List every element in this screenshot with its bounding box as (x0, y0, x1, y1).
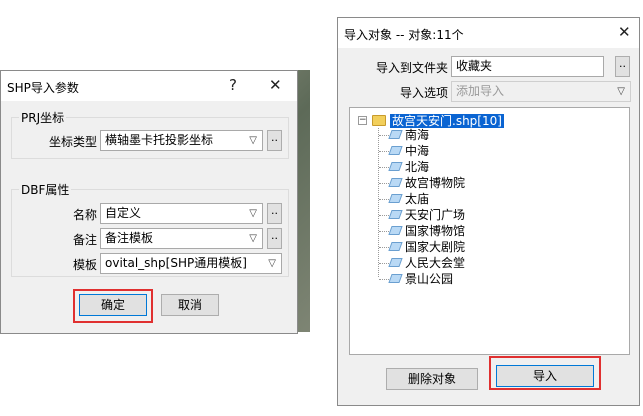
title-bar: SHP导入参数 ? ✕ (1, 71, 297, 101)
tree-branch-line (379, 135, 389, 136)
layer-icon (388, 146, 403, 155)
tree-branch-line (379, 215, 389, 216)
folder-icon (372, 115, 386, 126)
ok-button[interactable]: 确定 (79, 294, 147, 316)
name-label: 名称 (72, 208, 97, 222)
layer-icon (388, 130, 403, 139)
import-objects-dialog: 导入对象 -- 对象:11个 ✕ 导入到文件夹 收藏夹 .. 导入选项 添加导入… (337, 17, 640, 406)
tree-item-label: 人民大会堂 (405, 256, 466, 270)
layer-icon (388, 210, 403, 219)
note-label: 备注 (72, 233, 97, 247)
import-option-select[interactable]: 添加导入 ▽ (451, 81, 631, 102)
layer-icon (388, 162, 403, 171)
tree-branch-line (379, 263, 389, 264)
tree-branch-line (379, 199, 389, 200)
close-button[interactable]: ✕ (618, 23, 631, 41)
tree-item-label: 国家博物馆 (405, 224, 466, 238)
note-browse-button[interactable]: .. (267, 228, 282, 249)
coord-browse-button[interactable]: .. (267, 130, 282, 151)
tree-item-label: 北海 (405, 160, 430, 174)
tree-item-label: 天安门广场 (405, 208, 466, 222)
chevron-down-icon: ▽ (249, 208, 257, 219)
chevron-down-icon: ▽ (249, 233, 257, 244)
layer-icon (388, 274, 403, 283)
delete-object-button[interactable]: 删除对象 (386, 368, 478, 390)
coord-type-select[interactable]: 横轴墨卡托投影坐标 ▽ (100, 130, 263, 151)
tree-branch-line (379, 167, 389, 168)
template-label: 模板 (72, 258, 97, 272)
tree-item-label: 国家大剧院 (405, 240, 466, 254)
template-select[interactable]: ovital_shp[SHP通用模板] ▽ (100, 253, 282, 274)
import-button[interactable]: 导入 (496, 365, 594, 387)
chevron-down-icon: ▽ (268, 258, 276, 269)
cancel-button[interactable]: 取消 (161, 294, 219, 316)
folder-label: 导入到文件夹 (375, 61, 448, 75)
prj-group-label: PRJ坐标 (19, 109, 67, 126)
close-button[interactable]: ✕ (269, 76, 282, 94)
tree-item-label: 南海 (405, 128, 430, 142)
help-button[interactable]: ? (229, 76, 237, 94)
collapse-icon[interactable]: − (358, 116, 367, 125)
layer-icon (388, 178, 403, 187)
tree-item-label: 中海 (405, 144, 430, 158)
tree-branch-line (379, 151, 389, 152)
tree-branch-line (379, 231, 389, 232)
layer-icon (388, 226, 403, 235)
tree-item-label: 太庙 (405, 192, 430, 206)
chevron-down-icon: ▽ (249, 135, 257, 146)
object-tree[interactable]: − 故宫天安门.shp[10] 南海中海北海故宫博物院太庙天安门广场国家博物馆国… (349, 107, 630, 355)
layer-icon (388, 242, 403, 251)
tree-branch-line (379, 279, 389, 280)
tree-item-label: 故宫博物院 (405, 176, 466, 190)
name-select[interactable]: 自定义 ▽ (100, 203, 263, 224)
chevron-down-icon: ▽ (617, 86, 625, 97)
note-select[interactable]: 备注模板 ▽ (100, 228, 263, 249)
tree-item-label: 景山公园 (405, 272, 454, 286)
dbf-group-label: DBF属性 (19, 181, 72, 198)
tree-branch-line (379, 183, 389, 184)
dialog-title: 导入对象 -- 对象:11个 (344, 28, 464, 42)
name-browse-button[interactable]: .. (267, 203, 282, 224)
shp-import-dialog: SHP导入参数 ? ✕ PRJ坐标 坐标类型 横轴墨卡托投影坐标 ▽ .. DB… (0, 70, 298, 334)
layer-icon (388, 258, 403, 267)
folder-field[interactable]: 收藏夹 (451, 56, 604, 77)
option-label: 导入选项 (399, 86, 448, 100)
title-bar: 导入对象 -- 对象:11个 ✕ (338, 18, 639, 48)
tree-root-label[interactable]: 故宫天安门.shp[10] (390, 114, 504, 128)
dialog-title: SHP导入参数 (7, 81, 79, 95)
coord-type-label: 坐标类型 (48, 135, 97, 149)
layer-icon (388, 194, 403, 203)
folder-browse-button[interactable]: .. (615, 56, 630, 77)
tree-branch-line (379, 247, 389, 248)
